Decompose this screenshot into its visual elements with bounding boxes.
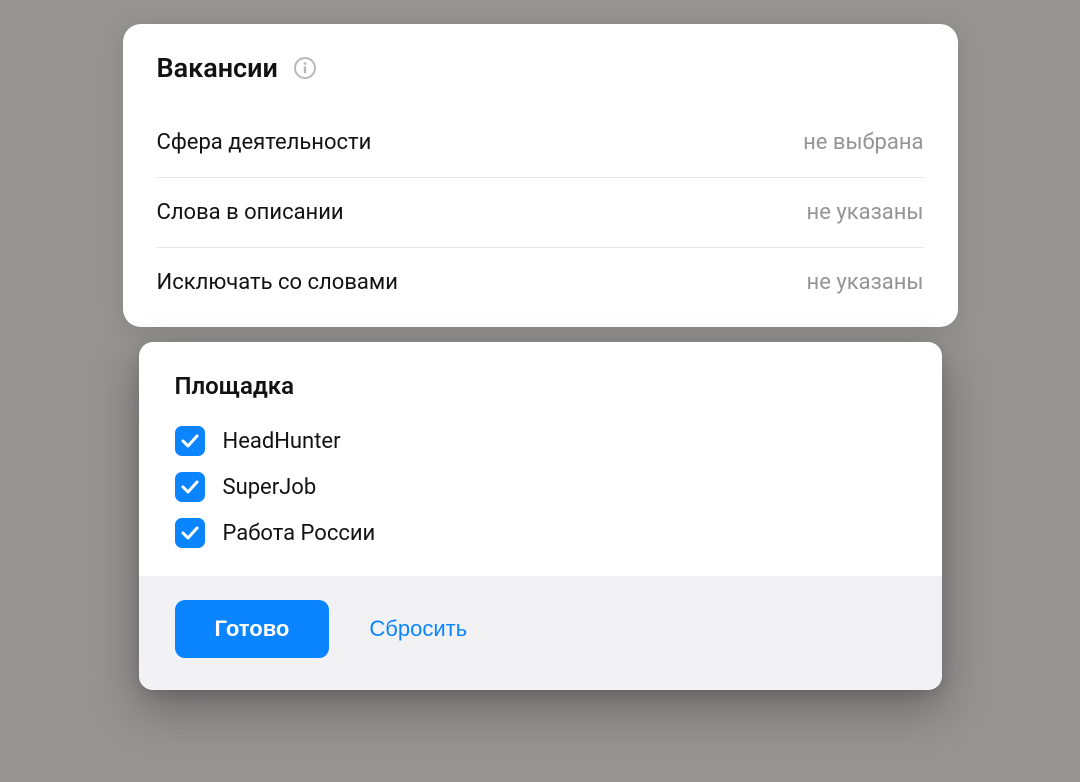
card-header: Вакансии xyxy=(123,24,958,108)
row-value: не указаны xyxy=(807,200,924,225)
checkbox-checked-icon xyxy=(175,518,205,548)
popover-body: Площадка HeadHunter SuperJob xyxy=(139,342,942,576)
checkbox-label: Работа России xyxy=(223,521,376,546)
popover-title: Площадка xyxy=(175,372,906,400)
info-icon[interactable] xyxy=(292,55,318,81)
platform-popover: Площадка HeadHunter SuperJob xyxy=(139,342,942,690)
checkbox-label: HeadHunter xyxy=(223,429,341,454)
popover-footer: Готово Сбросить xyxy=(139,576,942,690)
checkbox-list: HeadHunter SuperJob Работа России xyxy=(175,426,906,548)
checkbox-headhunter[interactable]: HeadHunter xyxy=(175,426,906,456)
done-button[interactable]: Готово xyxy=(175,600,330,658)
card-title: Вакансии xyxy=(157,52,278,84)
checkbox-checked-icon xyxy=(175,472,205,502)
row-include-words[interactable]: Слова в описании не указаны xyxy=(157,178,924,248)
row-sphere[interactable]: Сфера деятельности не выбрана xyxy=(157,108,924,178)
checkbox-superjob[interactable]: SuperJob xyxy=(175,472,906,502)
row-label: Исключать со словами xyxy=(157,270,398,295)
checkbox-checked-icon xyxy=(175,426,205,456)
checkbox-rabota-rossii[interactable]: Работа России xyxy=(175,518,906,548)
filter-card: Вакансии Сфера деятельности не выбрана С… xyxy=(123,24,958,327)
checkbox-label: SuperJob xyxy=(223,475,317,500)
row-exclude-words[interactable]: Исключать со словами не указаны xyxy=(157,248,924,327)
row-value: не указаны xyxy=(807,270,924,295)
reset-button[interactable]: Сбросить xyxy=(369,616,467,642)
row-label: Сфера деятельности xyxy=(157,130,372,155)
row-value: не выбрана xyxy=(803,130,923,155)
row-label: Слова в описании xyxy=(157,200,344,225)
filter-rows: Сфера деятельности не выбрана Слова в оп… xyxy=(123,108,958,327)
